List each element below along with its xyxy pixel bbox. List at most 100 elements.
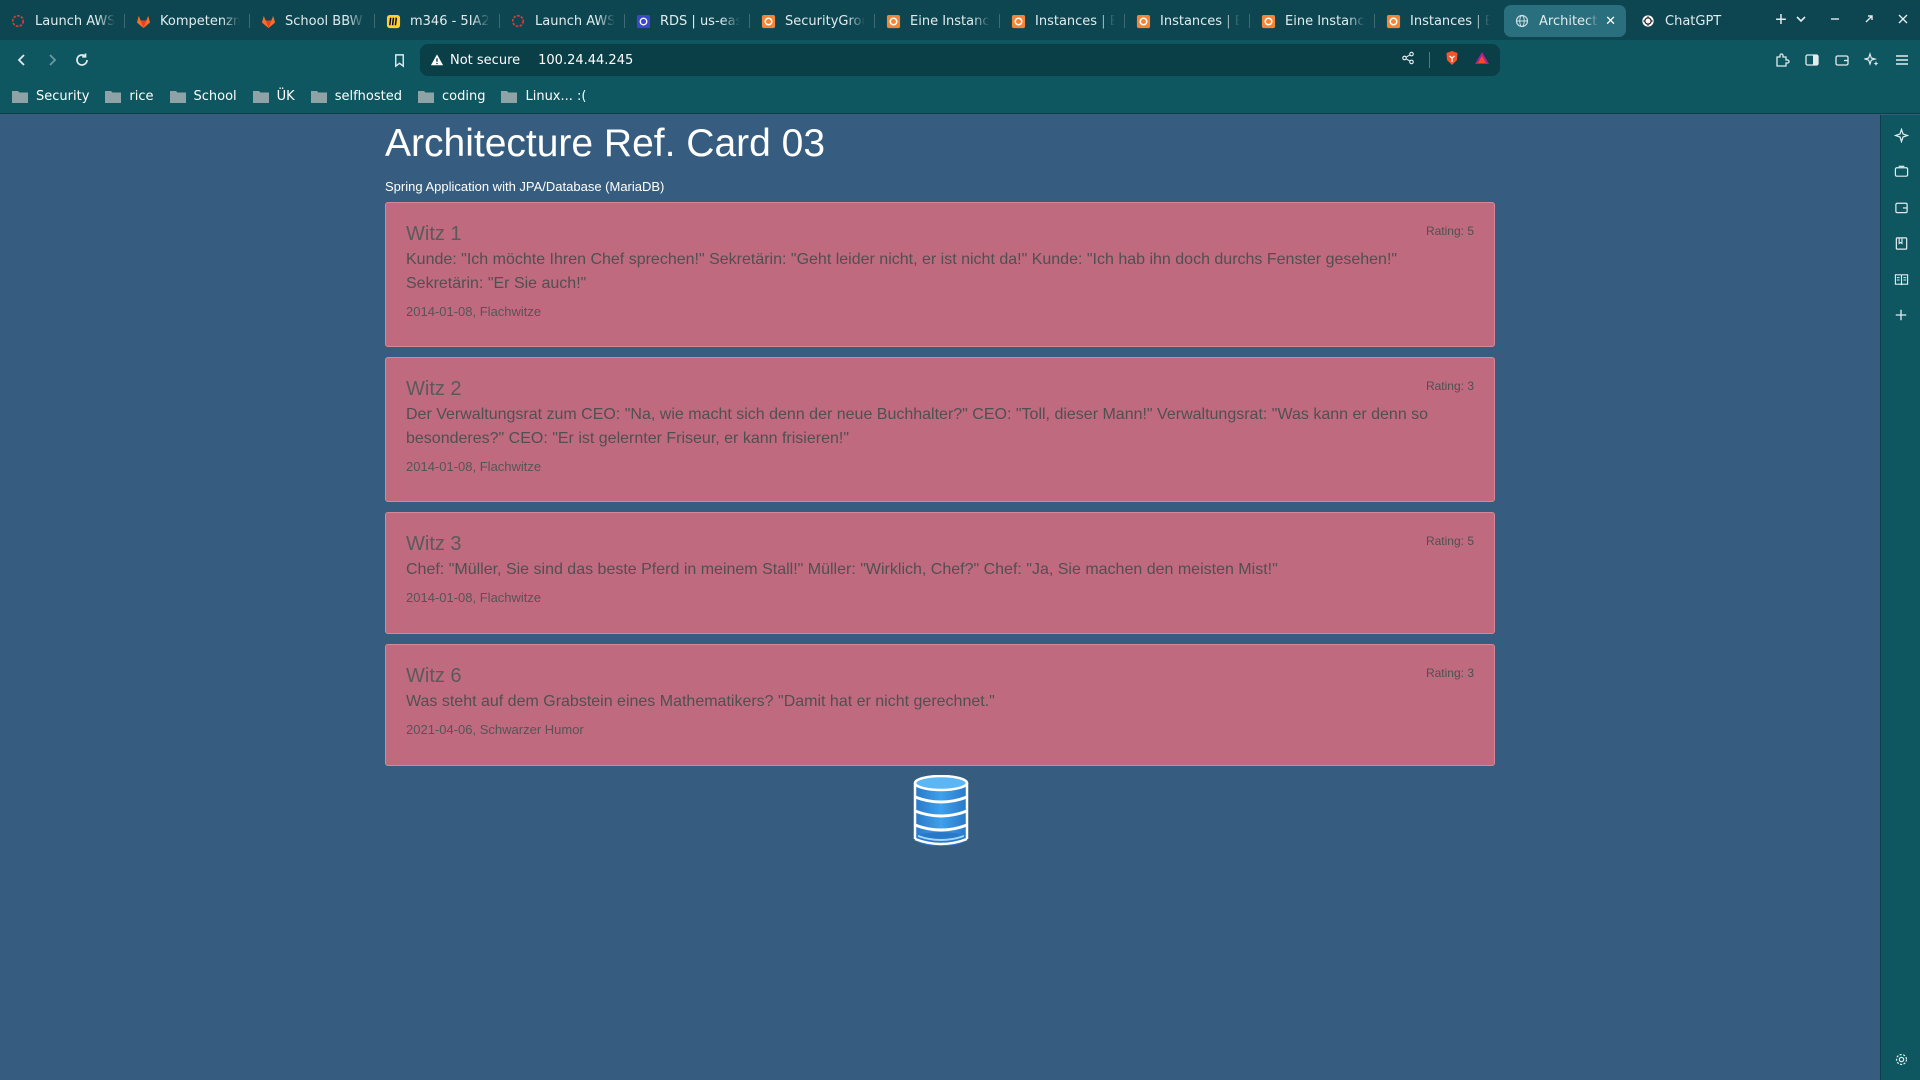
folder-icon [252, 91, 269, 103]
aws-icon [1135, 13, 1151, 29]
add-panel-icon[interactable] [1891, 305, 1911, 325]
tab-title: SecurityGrou [785, 13, 865, 29]
aws-rds-icon [635, 13, 651, 29]
bookmark-folder-school[interactable]: School [169, 89, 237, 104]
joke-rating: Rating: 5 [1425, 224, 1474, 238]
joke-date: 2014-01-08 [406, 304, 473, 319]
settings-gear-icon[interactable] [1891, 1049, 1911, 1069]
bookmark-label: School [193, 89, 237, 104]
tab-architecture-active[interactable]: Architect ✕ [1504, 5, 1626, 37]
browser-sidebar [1880, 115, 1920, 1080]
globe-icon [1514, 13, 1530, 29]
joke-category: Flachwitze [479, 304, 542, 319]
folder-icon [169, 91, 186, 103]
reload-icon[interactable] [67, 45, 97, 75]
browser-toolbar: Not secure 100.24.44.245 [0, 40, 1920, 80]
joke-text: Der Verwaltungsrat zum CEO: "Na, wie mac… [406, 406, 1429, 447]
bookmark-label: Linux... :( [525, 89, 587, 104]
divider [1429, 52, 1430, 68]
joke-card: Witz 3 Rating: 5 Chef: "Müller, Sie sind… [385, 512, 1495, 634]
tab-eine-instance-2[interactable]: Eine Instanc [1250, 5, 1375, 37]
tab-m346[interactable]: m346 - 5IA23 [375, 5, 500, 37]
wallet-sidebar-icon[interactable] [1891, 197, 1911, 217]
folder-icon [310, 91, 327, 103]
close-window-icon[interactable] [1886, 12, 1920, 28]
joke-meta: 2014-01-08, Flachwitze [406, 304, 542, 319]
page-content: Architecture Ref. Card 03 Spring Applica… [385, 115, 1495, 776]
aws-icon [1385, 13, 1401, 29]
joke-title: Witz 2 [406, 378, 462, 400]
miro-icon [385, 13, 401, 29]
aws-icon [760, 13, 776, 29]
joke-card: Witz 1 Rating: 5 Kunde: "Ich möchte Ihre… [385, 202, 1495, 347]
tab-title: ChatGPT [1665, 13, 1722, 29]
brave-rewards-icon[interactable] [1474, 50, 1490, 71]
joke-text: Kunde: "Ich möchte Ihren Chef sprechen!"… [406, 251, 1398, 292]
sidebar-toggle-icon[interactable] [1802, 50, 1822, 70]
wallet-icon[interactable] [1832, 50, 1852, 70]
bookmark-folder-selfhosted[interactable]: selfhosted [310, 89, 402, 104]
joke-text: Was steht auf dem Grabstein eines Mathem… [406, 693, 995, 710]
warning-icon [430, 54, 444, 66]
tab-instances-3[interactable]: Instances | E [1375, 5, 1500, 37]
joke-meta: 2021-04-06, Schwarzer Humor [406, 722, 584, 737]
bookmark-page-icon[interactable] [384, 45, 414, 75]
tab-school-bbw[interactable]: School BBW [250, 5, 375, 37]
page-subtitle: Spring Application with JPA/Database (Ma… [385, 179, 665, 194]
share-icon[interactable] [1401, 51, 1415, 70]
tab-securitygroup[interactable]: SecurityGrou [750, 5, 875, 37]
not-secure-label[interactable]: Not secure [450, 53, 520, 68]
bookmark-folder-linux[interactable]: Linux... :( [501, 89, 586, 104]
playlist-icon[interactable] [1891, 161, 1911, 181]
folder-icon [418, 91, 434, 103]
bookmark-label: Security [36, 89, 90, 104]
joke-rating: Rating: 5 [1425, 534, 1474, 548]
web-page: Architecture Ref. Card 03 Spring Applica… [0, 115, 1880, 1080]
bookmark-folder-uk[interactable]: ÜK [252, 89, 295, 104]
reading-list-icon[interactable] [1891, 269, 1911, 289]
joke-text: Chef: "Müller, Sie sind das beste Pferd … [406, 561, 1278, 578]
tab-title: Eine Instanc [910, 13, 990, 29]
aws-academy-icon [510, 13, 526, 29]
tab-instances-2[interactable]: Instances | E [1125, 5, 1250, 37]
close-tab-icon[interactable]: ✕ [1605, 14, 1616, 29]
joke-category: Flachwitze [479, 590, 542, 605]
folder-icon [12, 91, 28, 103]
tab-title: Instances | E [1160, 13, 1240, 29]
bookmark-folder-coding[interactable]: coding [418, 89, 485, 104]
aws-icon [1010, 13, 1026, 29]
url-text[interactable]: 100.24.44.245 [538, 53, 633, 68]
joke-category: Schwarzer Humor [479, 722, 584, 737]
address-bar[interactable]: Not secure 100.24.44.245 [420, 44, 1500, 76]
back-arrow-icon[interactable] [7, 45, 37, 75]
tab-launch-aws-1[interactable]: Launch AWS [0, 5, 125, 37]
tab-kompetenz[interactable]: Kompetenzm [125, 5, 250, 37]
tab-title: Instances | E [1035, 13, 1115, 29]
joke-list: Witz 1 Rating: 5 Kunde: "Ich möchte Ihre… [385, 202, 1495, 766]
maximize-icon[interactable] [1852, 12, 1886, 28]
tab-list-chevron-icon[interactable] [1784, 12, 1818, 28]
joke-rating: Rating: 3 [1425, 666, 1474, 680]
brave-shields-icon[interactable] [1444, 50, 1460, 71]
tab-launch-aws-2[interactable]: Launch AWS [500, 5, 625, 37]
tab-chatgpt[interactable]: ChatGPT [1630, 5, 1755, 37]
tab-instances-1[interactable]: Instances | E [1000, 5, 1125, 37]
bookmarks-sidebar-icon[interactable] [1891, 233, 1911, 253]
bookmark-folder-rice[interactable]: rice [105, 89, 154, 104]
leo-ai-sidebar-icon[interactable] [1891, 125, 1911, 145]
tab-strip: Launch AWS Kompetenzm School BBW m346 - … [0, 0, 1920, 40]
extensions-puzzle-icon[interactable] [1772, 50, 1792, 70]
tab-title: Launch AWS [35, 13, 115, 29]
joke-category: Flachwitze [479, 459, 542, 474]
tab-rds[interactable]: RDS | us-eas [625, 5, 750, 37]
leo-ai-icon[interactable] [1862, 50, 1882, 70]
folder-icon [501, 91, 518, 103]
forward-arrow-icon[interactable] [37, 45, 67, 75]
menu-hamburger-icon[interactable] [1892, 50, 1912, 70]
joke-date: 2021-04-06 [406, 722, 473, 737]
bookmark-folder-security[interactable]: Security [12, 89, 89, 104]
tab-eine-instance-1[interactable]: Eine Instanc [875, 5, 1000, 37]
bookmarks-bar: Security rice School ÜK selfhosted codin… [0, 80, 1920, 114]
minimize-icon[interactable] [1818, 12, 1852, 28]
joke-title: Witz 6 [406, 665, 462, 687]
